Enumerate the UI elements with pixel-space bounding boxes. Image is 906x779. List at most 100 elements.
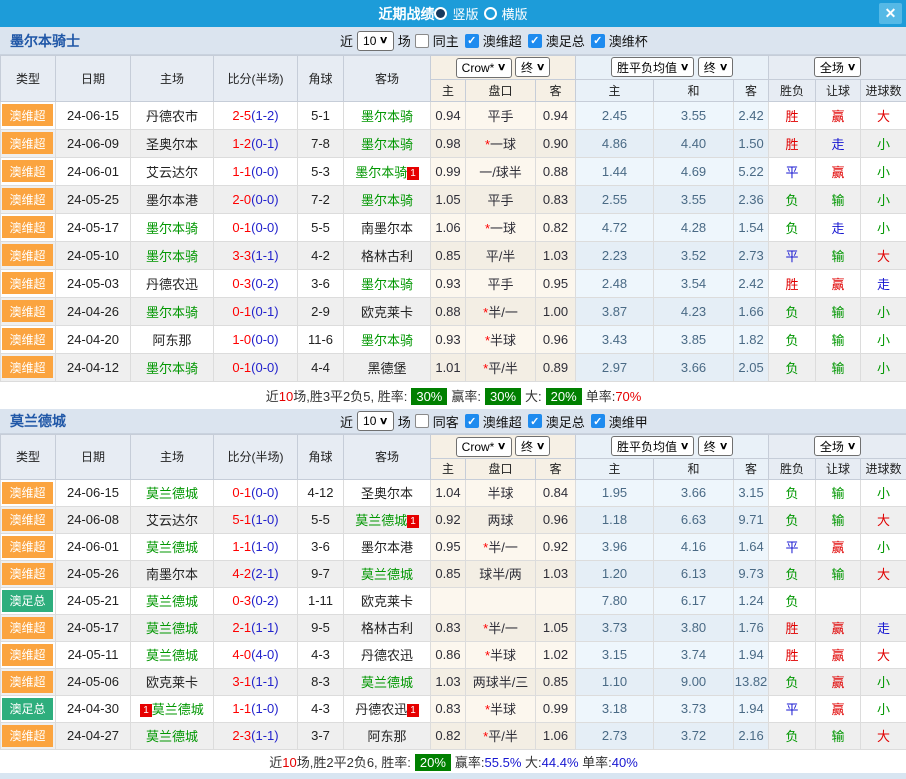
home-odds-cell: 0.93 bbox=[431, 325, 466, 353]
col-header-away: 客场 bbox=[344, 56, 431, 102]
handicap-text: 半球 bbox=[490, 333, 516, 348]
away-odds-cell: 1.00 bbox=[536, 297, 576, 325]
avg-draw-cell: 4.23 bbox=[654, 297, 734, 325]
home-team-cell: 丹德农迅 bbox=[131, 269, 214, 297]
result-cell: 胜 bbox=[769, 129, 816, 157]
handicap-result-cell: 赢 bbox=[816, 533, 861, 560]
corners-cell: 7-2 bbox=[298, 185, 344, 213]
select-value: 终 bbox=[704, 59, 716, 76]
radio-vertical-view[interactable] bbox=[434, 7, 447, 20]
date-cell: 24-05-17 bbox=[56, 213, 131, 241]
match-type-badge: 澳维超 bbox=[2, 300, 53, 322]
avg-away-cell: 2.16 bbox=[734, 722, 769, 749]
fulltime-score: 4-2 bbox=[232, 566, 251, 581]
team-name: 莫兰德城 bbox=[146, 621, 198, 636]
result-cell: 负 bbox=[769, 668, 816, 695]
recent-count-select[interactable]: 10∨ bbox=[357, 411, 394, 431]
radio-horizontal-view[interactable] bbox=[484, 7, 497, 20]
col-header-away: 客场 bbox=[344, 435, 431, 480]
avg-type-select[interactable]: 胜平负均值∨ bbox=[611, 436, 694, 456]
odds-final-select[interactable]: 终∨ bbox=[515, 57, 550, 77]
handicap-cell: *平/半 bbox=[466, 353, 536, 381]
scope-select[interactable]: 全场∨ bbox=[814, 436, 861, 456]
type-cell: 澳维超 bbox=[1, 668, 56, 695]
match-type-badge: 澳维超 bbox=[2, 216, 53, 238]
fulltime-score: 2-5 bbox=[232, 108, 251, 123]
outcome-text: 小 bbox=[877, 305, 890, 320]
away-odds-cell: 0.83 bbox=[536, 185, 576, 213]
score-cell: 1-1(1-0) bbox=[214, 533, 298, 560]
avg-home-cell: 3.96 bbox=[576, 533, 654, 560]
avg-away-cell: 2.42 bbox=[734, 101, 769, 129]
score-cell: 0-3(0-2) bbox=[214, 587, 298, 614]
league-checkbox-1[interactable]: ✓ bbox=[528, 414, 542, 428]
handicap-text: 半/一 bbox=[488, 621, 518, 636]
avg-away-cell: 1.66 bbox=[734, 297, 769, 325]
match-type-badge: 澳足总 bbox=[2, 698, 53, 720]
avg-final-select[interactable]: 终∨ bbox=[698, 436, 733, 456]
same-home-checkbox[interactable] bbox=[415, 34, 429, 48]
team-name: 墨尔本骑 bbox=[355, 165, 407, 180]
select-value: Crow* bbox=[462, 440, 495, 454]
league-checkbox-2[interactable]: ✓ bbox=[591, 34, 605, 48]
avg-type-select[interactable]: 胜平负均值∨ bbox=[611, 57, 694, 77]
home-odds-cell: 1.05 bbox=[431, 185, 466, 213]
league-checkbox-0[interactable]: ✓ bbox=[465, 34, 479, 48]
away-odds-cell: 0.90 bbox=[536, 129, 576, 157]
odds-final-select[interactable]: 终∨ bbox=[515, 436, 550, 456]
sub-header-handicap-result: 让球 bbox=[816, 79, 861, 101]
event-badge: 1 bbox=[407, 704, 419, 717]
sub-header-handicap-result: 让球 bbox=[816, 458, 861, 479]
odds-source-select[interactable]: Crow*∨ bbox=[456, 58, 512, 78]
outcome-text: 小 bbox=[877, 486, 890, 501]
col-header-type: 类型 bbox=[1, 56, 56, 102]
avg-away-cell: 1.64 bbox=[734, 533, 769, 560]
home-odds-cell: 0.93 bbox=[431, 269, 466, 297]
check-icon: ✓ bbox=[593, 415, 602, 428]
score-cell: 3-1(1-1) bbox=[214, 668, 298, 695]
result-cell: 负 bbox=[769, 325, 816, 353]
chevron-down-icon: ∨ bbox=[536, 62, 546, 73]
sub-header-goals: 进球数 bbox=[861, 79, 906, 101]
fulltime-score: 0-3 bbox=[232, 593, 251, 608]
summary-segment: 近 bbox=[266, 389, 279, 404]
league-checkbox-2[interactable]: ✓ bbox=[591, 414, 605, 428]
outcome-text: 输 bbox=[832, 729, 845, 744]
handicap-result-cell: 赢 bbox=[816, 668, 861, 695]
fulltime-score: 0-3 bbox=[232, 276, 251, 291]
avg-draw-cell: 6.17 bbox=[654, 587, 734, 614]
result-cell: 负 bbox=[769, 506, 816, 533]
score-cell: 0-1(0-0) bbox=[214, 213, 298, 241]
goals-cell: 走 bbox=[861, 269, 906, 297]
avg-final-select[interactable]: 终∨ bbox=[698, 57, 733, 77]
corners-cell: 7-8 bbox=[298, 129, 344, 157]
handicap-text: 两球 bbox=[487, 513, 513, 528]
team-name-title: 墨尔本骑士 bbox=[0, 31, 80, 51]
results-table-1: 类型 日期 主场 比分(半场) 角球 客场 Crow*∨ 终∨ 胜平负均值∨ 终… bbox=[0, 55, 906, 409]
handicap-cell: 两球 bbox=[466, 506, 536, 533]
handicap-result-cell: 走 bbox=[816, 129, 861, 157]
league-checkbox-1[interactable]: ✓ bbox=[528, 34, 542, 48]
outcome-text: 赢 bbox=[832, 165, 845, 180]
odds-source-select[interactable]: Crow*∨ bbox=[456, 437, 512, 457]
scope-select[interactable]: 全场∨ bbox=[814, 57, 861, 77]
team-name: 阿东那 bbox=[367, 729, 406, 744]
score-cell: 0-1(0-0) bbox=[214, 353, 298, 381]
handicap-result-cell: 赢 bbox=[816, 614, 861, 641]
handicap-cell: 平手 bbox=[466, 185, 536, 213]
summary-segment: 30% bbox=[411, 388, 447, 405]
home-odds-cell: 0.92 bbox=[431, 506, 466, 533]
home-odds-cell: 0.86 bbox=[431, 641, 466, 668]
close-button[interactable]: ✕ bbox=[879, 3, 902, 24]
select-value: 10 bbox=[363, 414, 376, 428]
league-label-2: 澳维杯 bbox=[609, 31, 648, 50]
league-checkbox-0[interactable]: ✓ bbox=[465, 414, 479, 428]
away-odds-cell bbox=[536, 587, 576, 614]
bottom-strip bbox=[0, 773, 906, 779]
recent-count-select[interactable]: 10∨ bbox=[357, 31, 394, 51]
check-icon: ✓ bbox=[530, 415, 539, 428]
sub-header-avg-away: 客 bbox=[734, 458, 769, 479]
summary-segment: 大: bbox=[525, 389, 542, 404]
same-away-checkbox[interactable] bbox=[415, 414, 429, 428]
away-team-cell: 墨尔本骑1 bbox=[344, 157, 431, 185]
